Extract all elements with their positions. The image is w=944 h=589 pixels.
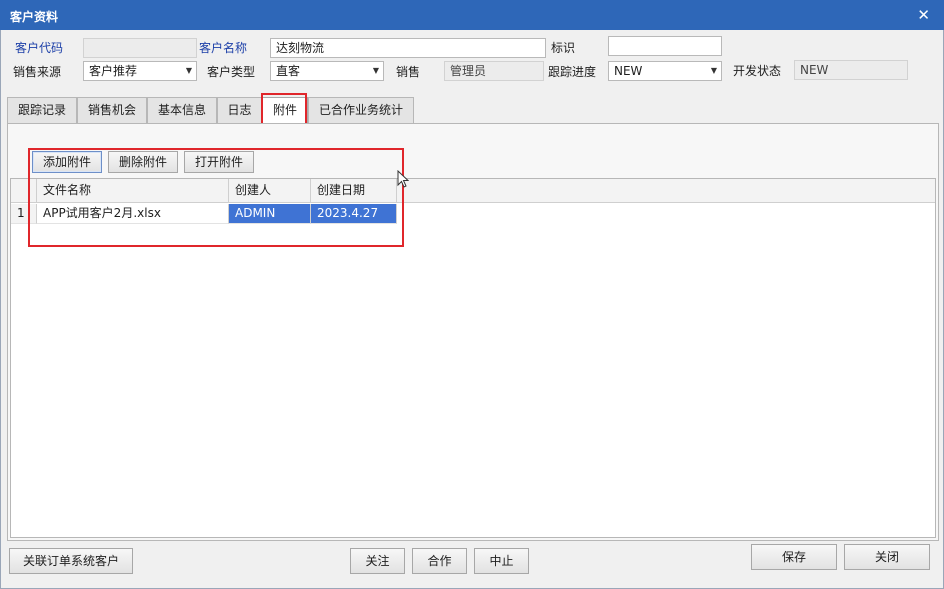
title-bar: 客户资料 ✕ <box>0 0 944 30</box>
column-header-creator[interactable]: 创建人 <box>229 179 311 202</box>
chevron-down-icon: ▼ <box>710 66 717 75</box>
chevron-down-icon: ▼ <box>372 66 379 75</box>
close-icon[interactable]: ✕ <box>917 6 930 24</box>
follow-button[interactable]: 关注 <box>350 548 405 574</box>
tab-basic-info[interactable]: 基本信息 <box>147 97 217 123</box>
tab-attachments[interactable]: 附件 <box>262 97 308 124</box>
table-header: 文件名称 创建人 创建日期 <box>11 179 935 203</box>
tab-sales-opportunity[interactable]: 销售机会 <box>77 97 147 123</box>
open-attachment-button[interactable]: 打开附件 <box>184 151 254 173</box>
dev-status-field[interactable]: NEW <box>794 60 908 80</box>
table-row[interactable]: 1 APP试用客户2月.xlsx ADMIN 2023.4.27 <box>11 204 935 224</box>
attachments-panel: 添加附件 删除附件 打开附件 文件名称 创建人 创建日期 1 APP试用客户2月… <box>7 123 939 541</box>
file-name-cell[interactable]: APP试用客户2月.xlsx <box>37 204 229 224</box>
customer-name-field[interactable]: 达刻物流 <box>270 38 546 58</box>
progress-value: NEW <box>614 64 643 78</box>
source-value: 客户推荐 <box>89 64 138 78</box>
progress-select[interactable]: NEW ▼ <box>608 61 722 81</box>
source-select[interactable]: 客户推荐 ▼ <box>83 61 197 81</box>
sales-field[interactable]: 管理员 <box>444 61 544 81</box>
window-title: 客户资料 <box>10 10 59 24</box>
source-label: 销售来源 <box>13 65 62 79</box>
tag-label: 标识 <box>551 41 576 55</box>
customer-code-field[interactable] <box>83 38 197 58</box>
progress-label: 跟踪进度 <box>548 65 597 79</box>
customer-type-value: 直客 <box>276 64 301 78</box>
close-button[interactable]: 关闭 <box>844 544 930 570</box>
mouse-cursor-icon <box>397 170 409 188</box>
sales-label: 销售 <box>396 65 421 79</box>
attachments-table: 文件名称 创建人 创建日期 1 APP试用客户2月.xlsx ADMIN 202… <box>10 178 936 538</box>
creator-cell[interactable]: ADMIN <box>229 204 311 224</box>
customer-code-label: 客户代码 <box>15 41 64 55</box>
tab-business-stats[interactable]: 已合作业务统计 <box>308 97 414 123</box>
customer-type-select[interactable]: 直客 ▼ <box>270 61 384 81</box>
date-cell[interactable]: 2023.4.27 <box>311 204 397 224</box>
tag-field[interactable] <box>608 36 722 56</box>
customer-name-label: 客户名称 <box>199 41 248 55</box>
save-button[interactable]: 保存 <box>751 544 837 570</box>
dev-status-label: 开发状态 <box>733 64 782 78</box>
customer-dialog: 客户代码 客户名称 达刻物流 标识 销售来源 客户推荐 ▼ 客户类型 直客 ▼ … <box>0 30 944 589</box>
delete-attachment-button[interactable]: 删除附件 <box>108 151 178 173</box>
column-header-date[interactable]: 创建日期 <box>311 179 397 202</box>
column-header-file-name[interactable]: 文件名称 <box>37 179 229 202</box>
cooperate-button[interactable]: 合作 <box>412 548 467 574</box>
link-order-customer-button[interactable]: 关联订单系统客户 <box>9 548 133 574</box>
row-indicator-header <box>11 179 37 202</box>
add-attachment-button[interactable]: 添加附件 <box>32 151 102 173</box>
customer-type-label: 客户类型 <box>207 65 256 79</box>
chevron-down-icon: ▼ <box>185 66 192 75</box>
tab-follow-record[interactable]: 跟踪记录 <box>7 97 77 123</box>
stop-button[interactable]: 中止 <box>474 548 529 574</box>
row-number: 1 <box>11 204 37 224</box>
tab-log[interactable]: 日志 <box>217 97 262 123</box>
